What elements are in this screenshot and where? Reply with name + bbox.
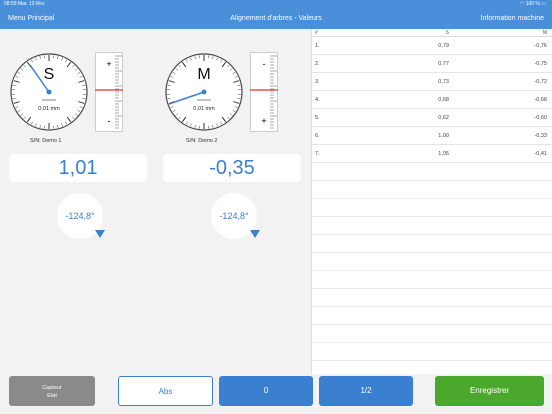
half-button[interactable]: 1/2: [319, 376, 413, 406]
dial-unit-m: 0,01 mm: [193, 106, 215, 112]
table-row[interactable]: 6. 1,00 -0,33: [312, 127, 552, 145]
column-header-index: #: [315, 30, 318, 36]
row-value-m: -0,76: [534, 43, 547, 49]
row-index: 4.: [315, 97, 320, 103]
row-value-s: 0,79: [438, 43, 449, 49]
empty-row: [312, 163, 552, 181]
row-value-m: -0,68: [534, 97, 547, 103]
scale-bar-m: - +: [250, 52, 278, 132]
bottom-toolbar: Capteur Etat Abs 0 1/2 Enregistrer: [0, 374, 552, 414]
sensor-panel: S 0,01 mm + - S/N: Demo 1 1,01 -124,8° M…: [0, 29, 311, 374]
main-menu-button[interactable]: Menu Principal: [8, 8, 54, 29]
battery-icon: ▭: [541, 1, 546, 7]
row-index: 5.: [315, 115, 320, 121]
sensor-state-button[interactable]: Capteur Etat: [9, 376, 95, 406]
table-row[interactable]: 4. 0,68 -0,68: [312, 91, 552, 109]
scale-top-m: -: [263, 59, 266, 69]
empty-row: [312, 199, 552, 217]
row-value-m: -0,33: [534, 133, 547, 139]
scale-bottom-s: -: [108, 116, 111, 126]
sensor-state-line2: Etat: [47, 393, 57, 399]
dial-gauge-s: S 0,01 mm: [10, 53, 88, 131]
serial-m: S/N: Demo 2: [186, 138, 218, 144]
wifi-icon: ◠: [519, 1, 525, 7]
row-value-m: -0,72: [534, 79, 547, 85]
table-header: # S M: [312, 29, 552, 37]
row-value-m: -0,41: [534, 151, 547, 157]
empty-row: [312, 253, 552, 271]
triangle-down-icon: [250, 230, 260, 238]
empty-row: [312, 343, 552, 361]
dial-letter-m: M: [197, 66, 210, 83]
row-index: 7.: [315, 151, 320, 157]
row-value-s: 0,68: [438, 97, 449, 103]
table-row[interactable]: 5. 0,62 -0,60: [312, 109, 552, 127]
table-row[interactable]: 3. 0,73 -0,72: [312, 73, 552, 91]
measurements-table: # S M 1. 0,79 -0,76 2. 0,77 -0,75 3. 0,73 -0,72 4…: [311, 29, 552, 374]
status-date: Mar. 13 févr.: [17, 1, 46, 7]
status-time: 08:59: [4, 1, 17, 7]
triangle-down-icon: [95, 230, 105, 238]
empty-row: [312, 325, 552, 343]
abs-button[interactable]: Abs: [118, 376, 213, 406]
sensor-state-line1: Capteur: [42, 385, 62, 391]
empty-row: [312, 217, 552, 235]
empty-row: [312, 271, 552, 289]
row-value-s: 0,62: [438, 115, 449, 121]
status-right: ◠ 100 % ▭: [520, 0, 546, 8]
battery-text: 100 %: [525, 1, 540, 7]
dial-gauge-m: M 0,01 mm: [165, 53, 243, 131]
row-value-m: -0,60: [534, 115, 547, 121]
row-index: 2.: [315, 61, 320, 67]
row-value-s: 0,77: [438, 61, 449, 67]
value-display-m: -0,35: [163, 154, 301, 182]
empty-row: [312, 235, 552, 253]
row-index: 1.: [315, 43, 320, 49]
dial-letter-s: S: [44, 66, 55, 83]
column-header-m: M: [542, 30, 547, 36]
empty-row: [312, 289, 552, 307]
nav-bar: Alignement d'arbres - Valeurs Menu Princ…: [0, 8, 552, 29]
page-title: Alignement d'arbres - Valeurs: [230, 15, 322, 22]
empty-row: [312, 307, 552, 325]
column-header-s: S: [445, 30, 449, 36]
serial-s: S/N: Demo 1: [30, 138, 62, 144]
scale-top-s: +: [106, 59, 111, 69]
row-value-s: 1,00: [438, 133, 449, 139]
dial-unit-s: 0,01 mm: [38, 106, 60, 112]
empty-row: [312, 181, 552, 199]
row-index: 6.: [315, 133, 320, 139]
value-display-s: 1,01: [9, 154, 147, 182]
scale-bottom-m: +: [261, 116, 266, 126]
row-value-s: 0,73: [438, 79, 449, 85]
row-value-s: 1,05: [438, 151, 449, 157]
status-bar: 08:59 Mar. 13 févr. ◠ 100 % ▭: [0, 0, 552, 8]
row-value-m: -0,75: [534, 61, 547, 67]
row-index: 3.: [315, 79, 320, 85]
table-row[interactable]: 7. 1,05 -0,41: [312, 145, 552, 163]
status-time-date: 08:59 Mar. 13 févr.: [4, 0, 45, 8]
save-button[interactable]: Enregistrer: [435, 376, 544, 406]
table-row[interactable]: 1. 0,79 -0,76: [312, 37, 552, 55]
zero-button[interactable]: 0: [219, 376, 313, 406]
table-row[interactable]: 2. 0,77 -0,75: [312, 55, 552, 73]
machine-info-button[interactable]: Information machine: [481, 8, 544, 29]
scale-bar-s: + -: [95, 52, 123, 132]
